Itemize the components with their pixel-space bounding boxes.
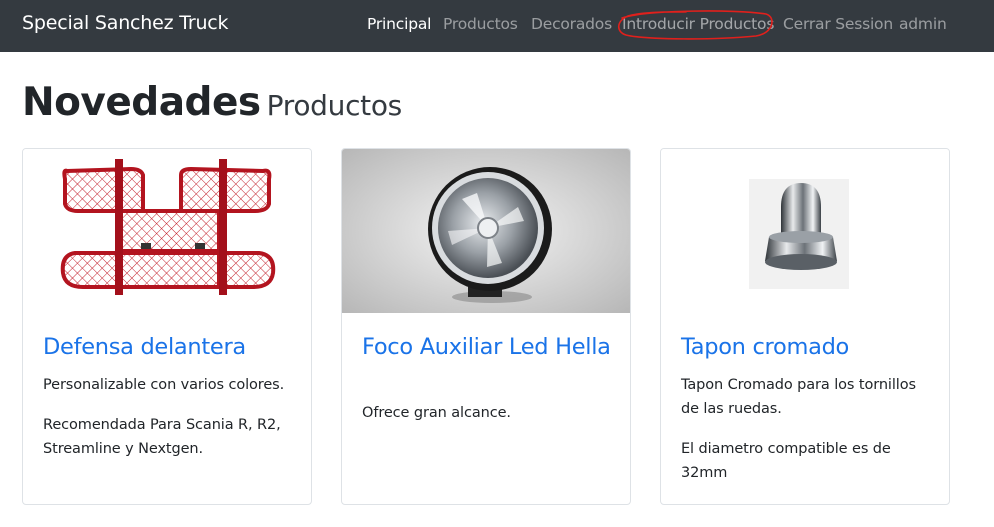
nav-link-admin[interactable]: admin — [899, 15, 947, 33]
product-card: Tapon cromado Tapon Cromado para los tor… — [660, 148, 950, 505]
product-description: Ofrece gran alcance. — [362, 405, 511, 421]
product-title-defensa[interactable]: Defensa delantera — [43, 333, 293, 361]
product-description: El diametro compatible es de 32mm — [681, 441, 891, 481]
product-image-bumper[interactable] — [23, 149, 311, 313]
navbar: Special Sanchez Truck Principal Producto… — [0, 0, 994, 52]
nav-link-introducir-productos[interactable]: Introducir Productos — [622, 15, 774, 33]
product-image-spotlight[interactable] — [342, 149, 630, 313]
page-title: Novedades — [22, 80, 261, 125]
nav-link-productos[interactable]: Productos — [443, 15, 518, 33]
product-image-chrome-cap[interactable] — [661, 149, 949, 313]
nav-link-principal[interactable]: Principal — [367, 15, 431, 33]
product-description: Tapon Cromado para los tornillos de las … — [681, 377, 916, 417]
page-heading: Novedades Productos — [22, 80, 402, 125]
product-description: Recomendada Para Scania R, R2, Streamlin… — [43, 417, 281, 457]
product-description: Personalizable con varios colores. — [43, 377, 285, 393]
navbar-brand[interactable]: Special Sanchez Truck — [22, 12, 229, 34]
product-title-tapon[interactable]: Tapon cromado — [681, 333, 931, 361]
product-card: Defensa delantera Personalizable con var… — [22, 148, 312, 505]
product-title-foco[interactable]: Foco Auxiliar Led Hella — [362, 333, 612, 361]
nav-link-decorados[interactable]: Decorados — [531, 15, 612, 33]
nav-link-cerrar-session[interactable]: Cerrar Session — [783, 15, 893, 33]
product-card: Foco Auxiliar Led Hella Ofrece gran alca… — [341, 148, 631, 505]
page-subtitle: Productos — [266, 89, 403, 122]
